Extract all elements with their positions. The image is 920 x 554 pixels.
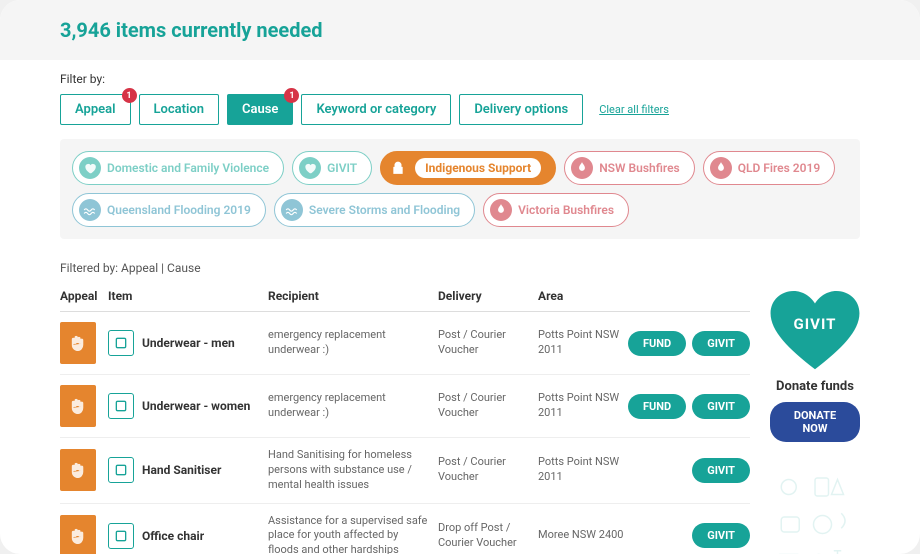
appeal-icon <box>60 449 96 491</box>
area-cell: Moree NSW 2400 <box>538 528 628 543</box>
area-cell: Potts Point NSW 2011 <box>538 328 628 358</box>
table-row: Underwear - men emergency replacement und… <box>60 312 750 375</box>
item-name[interactable]: Office chair <box>142 529 204 543</box>
fund-button[interactable]: FUND <box>628 394 686 419</box>
col-area: Area <box>538 289 628 303</box>
item-name[interactable]: Hand Sanitiser <box>142 463 221 477</box>
filter-chip-severe-storms-and-flooding[interactable]: Severe Storms and Flooding <box>274 193 475 227</box>
delivery-cell: Post / Courier Voucher <box>438 391 538 421</box>
clear-filters-link[interactable]: Clear all filters <box>599 103 669 116</box>
chip-icon <box>281 199 303 221</box>
appeal-icon <box>60 385 96 427</box>
chip-icon <box>79 157 101 179</box>
filter-tab-location[interactable]: Location <box>139 94 220 125</box>
area-cell: Potts Point NSW 2011 <box>538 391 628 421</box>
filter-badge: 1 <box>122 88 137 103</box>
item-icon <box>108 393 134 419</box>
appeal-icon <box>60 515 96 554</box>
filter-chip-domestic-and-family-violence[interactable]: Domestic and Family Violence <box>72 151 284 185</box>
col-recipient: Recipient <box>268 289 438 303</box>
item-icon <box>108 457 134 483</box>
givit-button[interactable]: GIVIT <box>692 523 750 548</box>
filter-chip-victoria-bushfires[interactable]: Victoria Bushfires <box>483 193 629 227</box>
givit-button[interactable]: GIVIT <box>692 394 750 419</box>
item-icon <box>108 523 134 549</box>
filter-label: Filter by: <box>60 72 860 86</box>
givit-button[interactable]: GIVIT <box>692 458 750 483</box>
item-name[interactable]: Underwear - women <box>142 399 250 413</box>
brand-text: GIVIT <box>770 315 860 333</box>
filter-tab-keyword-or-category[interactable]: Keyword or category <box>301 94 451 125</box>
filter-badge: 1 <box>284 88 299 103</box>
chip-icon <box>79 199 101 221</box>
filter-chip-qld-fires-2019[interactable]: QLD Fires 2019 <box>703 151 836 185</box>
items-table: Appeal Item Recipient Delivery Area Unde… <box>60 281 750 554</box>
fund-button[interactable]: FUND <box>628 331 686 356</box>
brand-heart-logo: GIVIT <box>770 291 860 371</box>
filter-tab-cause[interactable]: Cause1 <box>227 94 293 125</box>
table-row: Hand Sanitiser Hand Sanitising for homele… <box>60 438 750 504</box>
table-row: Office chair Assistance for a supervised … <box>60 504 750 554</box>
filter-chip-givit[interactable]: GIVIT <box>292 151 372 185</box>
col-delivery: Delivery <box>438 289 538 303</box>
chip-icon <box>571 157 593 179</box>
table-header: Appeal Item Recipient Delivery Area <box>60 281 750 312</box>
page-header: 3,946 items currently needed <box>0 0 920 60</box>
delivery-cell: Post / Courier Voucher <box>438 328 538 358</box>
decorative-icons <box>770 472 860 554</box>
item-name[interactable]: Underwear - men <box>142 336 235 350</box>
recipient-cell: emergency replacement underwear :) <box>268 391 438 421</box>
appeal-icon <box>60 322 96 364</box>
area-cell: Potts Point NSW 2011 <box>538 455 628 485</box>
col-appeal: Appeal <box>60 289 108 303</box>
filter-chips: Domestic and Family ViolenceGIVITIndigen… <box>60 139 860 239</box>
chip-icon <box>387 157 409 179</box>
page-title: 3,946 items currently needed <box>60 18 860 42</box>
recipient-cell: Hand Sanitising for homeless persons wit… <box>268 448 438 493</box>
recipient-cell: emergency replacement underwear :) <box>268 328 438 358</box>
donate-now-button[interactable]: DONATE NOW <box>770 402 860 442</box>
filter-tab-appeal[interactable]: Appeal1 <box>60 94 131 125</box>
filter-tabs: Appeal1 LocationCause1 Keyword or category… <box>60 94 860 125</box>
col-item: Item <box>108 289 268 303</box>
item-icon <box>108 330 134 356</box>
delivery-cell: Post / Courier Voucher <box>438 455 538 485</box>
chip-icon <box>490 199 512 221</box>
delivery-cell: Drop off Post / Courier Voucher <box>438 521 538 551</box>
table-row: Underwear - women emergency replacement u… <box>60 375 750 438</box>
filter-tab-delivery-options[interactable]: Delivery options <box>459 94 583 125</box>
filter-chip-nsw-bushfires[interactable]: NSW Bushfires <box>564 151 695 185</box>
givit-button[interactable]: GIVIT <box>692 331 750 356</box>
filtered-by-text: Filtered by: Appeal | Cause <box>0 247 920 281</box>
chip-icon <box>710 157 732 179</box>
donate-label: Donate funds <box>770 379 860 394</box>
sidebar: GIVIT Donate funds DONATE NOW <box>770 281 860 554</box>
filter-chip-queensland-flooding-2019[interactable]: Queensland Flooding 2019 <box>72 193 266 227</box>
recipient-cell: Assistance for a supervised safe place f… <box>268 514 438 554</box>
chip-icon <box>299 157 321 179</box>
filter-chip-indigenous-support[interactable]: Indigenous Support <box>380 151 556 185</box>
